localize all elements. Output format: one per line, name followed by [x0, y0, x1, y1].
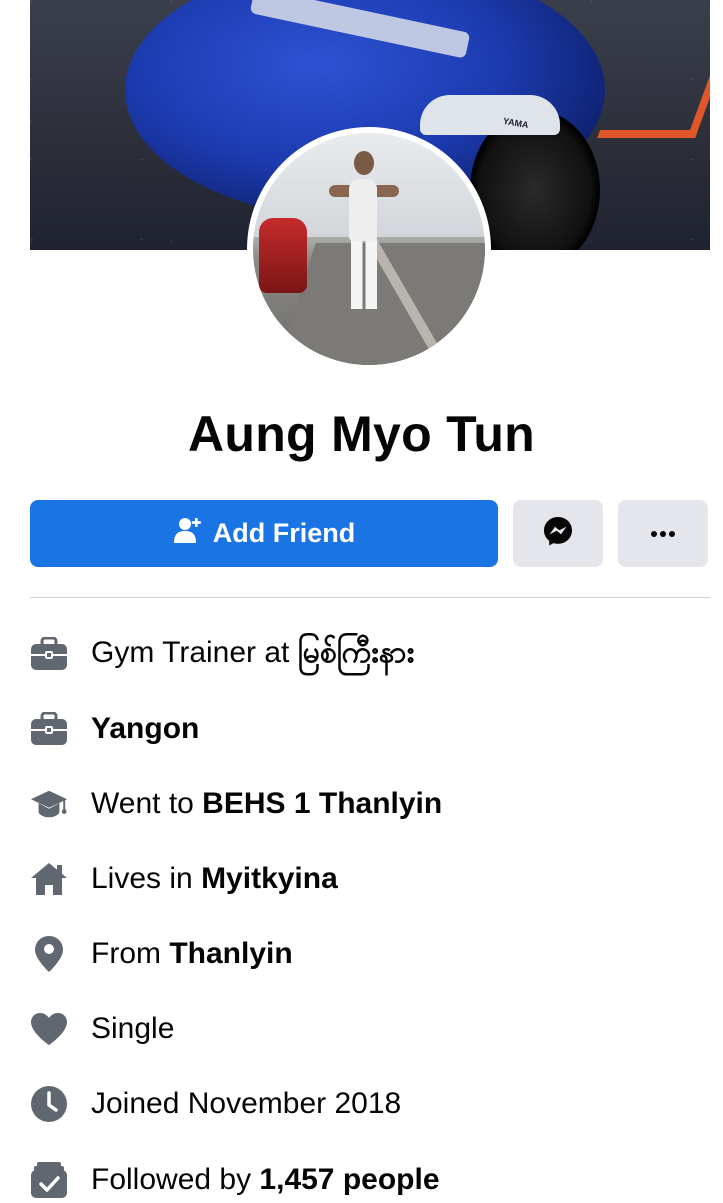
education-text: Went to BEHS 1 Thanlyin: [91, 787, 442, 821]
heart-icon: [30, 1010, 68, 1048]
info-row-lives: Lives in Myitkyina: [30, 856, 710, 902]
work2-text: Yangon: [91, 712, 199, 746]
info-row-joined: Joined November 2018: [30, 1081, 710, 1127]
joined-text: Joined November 2018: [91, 1087, 402, 1120]
followers-prefix: Followed by: [91, 1163, 260, 1196]
info-row-education: Went to BEHS 1 Thanlyin: [30, 781, 710, 827]
followers-count[interactable]: 1,457 people: [259, 1163, 439, 1196]
work-prefix: Gym Trainer at: [91, 635, 298, 669]
from-city[interactable]: Thanlyin: [169, 937, 292, 970]
message-button[interactable]: [513, 500, 603, 567]
cover-motorcycle-fender: [420, 95, 560, 135]
work-text: Gym Trainer at မြစ်ကြီးနား: [91, 632, 414, 677]
followers-icon: [30, 1161, 68, 1199]
profile-photo: [253, 133, 485, 365]
profile-name: Aung Myo Tun: [187, 406, 536, 462]
home-icon: [30, 860, 68, 898]
work2-place[interactable]: Yangon: [91, 712, 199, 745]
photo-scooter: [259, 218, 307, 293]
from-prefix: From: [91, 937, 170, 970]
lives-city[interactable]: Myitkyina: [201, 862, 338, 895]
photo-person-body: [349, 179, 377, 241]
info-row-relationship: Single: [30, 1006, 710, 1052]
info-row-work: Gym Trainer at မြစ်ကြီးနား: [30, 631, 710, 677]
info-row-work-2: Yangon: [30, 706, 710, 752]
education-school[interactable]: BEHS 1 Thanlyin: [202, 787, 442, 820]
lives-text: Lives in Myitkyina: [91, 862, 338, 896]
info-row-followers: Followed by 1,457 people: [30, 1157, 710, 1203]
info-row-from: From Thanlyin: [30, 931, 710, 977]
photo-person-legs: [351, 239, 377, 309]
more-options-button[interactable]: [618, 500, 708, 567]
add-friend-label: Add Friend: [212, 518, 356, 548]
messenger-icon: [542, 515, 574, 552]
education-prefix: Went to: [91, 787, 203, 820]
from-text: From Thanlyin: [91, 937, 293, 971]
add-friend-button[interactable]: Add Friend: [30, 500, 498, 567]
location-pin-icon: [30, 935, 68, 973]
briefcase-icon: [30, 710, 68, 748]
followers-text: Followed by 1,457 people: [91, 1163, 440, 1197]
briefcase-icon: [30, 635, 68, 673]
lives-prefix: Lives in: [91, 862, 202, 895]
section-divider: [30, 597, 710, 598]
add-friend-icon: [173, 515, 203, 552]
graduation-cap-icon: [30, 785, 68, 823]
more-dots-icon: [650, 525, 676, 543]
photo-person-head: [354, 151, 374, 175]
work-place[interactable]: မြစ်ကြီးနား: [298, 636, 415, 669]
profile-avatar[interactable]: [247, 127, 491, 371]
clock-icon: [30, 1085, 68, 1123]
relationship-text: Single: [91, 1012, 175, 1045]
